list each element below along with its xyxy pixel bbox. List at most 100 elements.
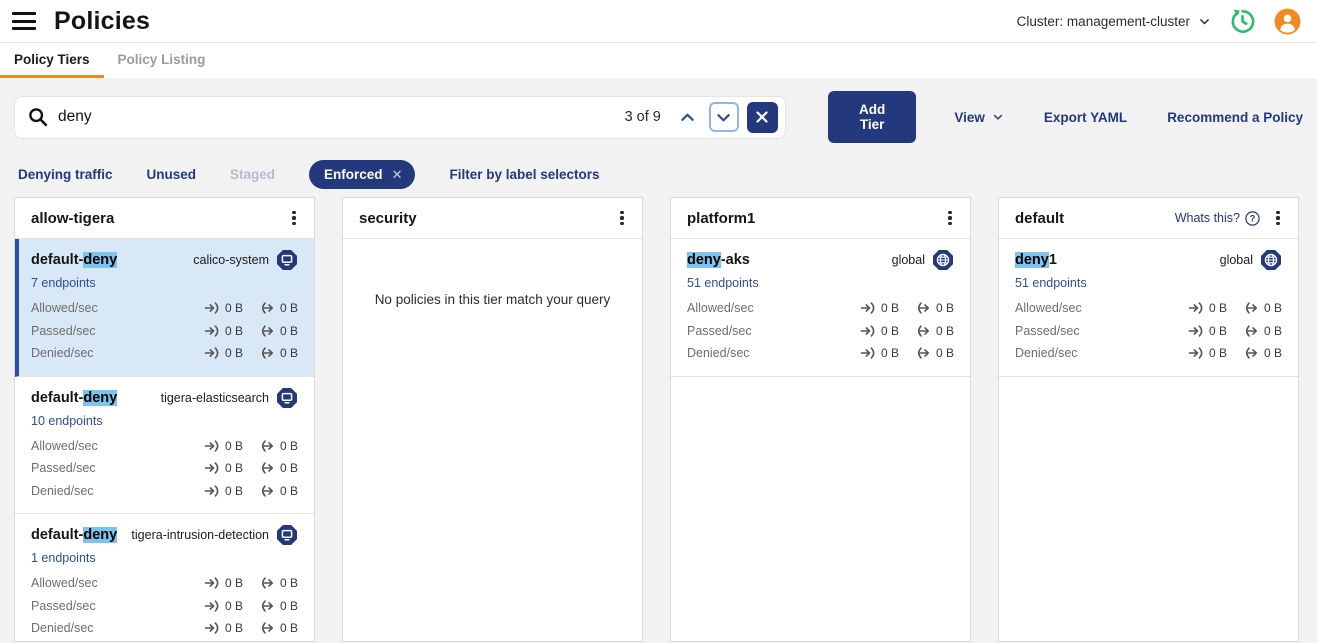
search-match-count: 3 of 9 <box>625 109 661 125</box>
cluster-selector[interactable]: Cluster: management-cluster <box>1017 14 1211 29</box>
egress-bytes: 0 B <box>280 324 298 338</box>
ingress-value: 0 B <box>204 620 243 636</box>
ingress-value: 0 B <box>204 323 243 339</box>
policy-card[interactable]: default-denytigera-intrusion-detection1 … <box>15 514 314 641</box>
tier-header-actions <box>612 207 632 229</box>
search-next-button[interactable] <box>709 102 739 132</box>
kebab-menu-icon[interactable] <box>284 207 304 229</box>
policy-scope-label: tigera-intrusion-detection <box>131 528 269 542</box>
policy-name: deny1 <box>1015 252 1057 268</box>
tier-board: allow-tigera default-denycalico-system7 e… <box>0 189 1317 642</box>
ingress-icon <box>204 300 220 316</box>
metric-row: Allowed/sec0 B0 B <box>1015 297 1282 320</box>
ingress-bytes: 0 B <box>1209 301 1227 315</box>
endpoints-link[interactable]: 1 endpoints <box>31 551 298 565</box>
kebab-menu-icon[interactable] <box>1268 207 1288 229</box>
cluster-selector-label: Cluster: management-cluster <box>1017 14 1190 29</box>
ingress-icon <box>204 483 220 499</box>
metric-row: Passed/sec0 B0 B <box>31 457 298 480</box>
whats-this-link[interactable]: Whats this?? <box>1175 211 1260 226</box>
egress-icon <box>259 460 275 476</box>
close-icon[interactable]: ✕ <box>392 168 403 181</box>
tier-column-allow-tigera: allow-tigera default-denycalico-system7 e… <box>14 197 315 642</box>
egress-icon <box>259 598 275 614</box>
search-icon <box>27 106 49 128</box>
add-tier-button[interactable]: Add Tier <box>828 91 917 143</box>
policy-name: default-deny <box>31 252 117 268</box>
recommend-policy-button[interactable]: Recommend a Policy <box>1167 110 1303 125</box>
egress-icon <box>915 300 931 316</box>
ingress-value: 0 B <box>860 345 899 361</box>
filter-chip-enforced[interactable]: Enforced✕ <box>309 160 415 189</box>
ingress-bytes: 0 B <box>225 484 243 498</box>
egress-icon <box>1243 345 1259 361</box>
policy-scope: tigera-intrusion-detection <box>131 524 298 546</box>
ingress-icon <box>204 345 220 361</box>
tier-policy-list: default-denycalico-system7 endpointsAllo… <box>15 239 314 641</box>
policy-name-highlight: deny <box>83 252 117 268</box>
egress-bytes: 0 B <box>280 621 298 635</box>
search-clear-button[interactable] <box>747 102 778 133</box>
endpoints-link[interactable]: 51 endpoints <box>687 276 954 290</box>
ingress-icon <box>1188 345 1204 361</box>
chevron-down-icon <box>1198 15 1211 28</box>
policy-card[interactable]: default-deny tigera-elasticsearch 10 endpo… <box>15 377 314 515</box>
policy-scope: tigera-elasticsearch <box>161 387 298 409</box>
tier-column-platform1: platform1deny-aksglobal51 endpointsAllow… <box>670 197 971 642</box>
endpoints-link[interactable]: 7 endpoints <box>31 276 298 290</box>
egress-value: 0 B <box>259 300 298 316</box>
filter-chip-unused[interactable]: Unused <box>147 167 197 182</box>
tab-policy-tiers[interactable]: Policy Tiers <box>0 43 104 78</box>
endpoints-link[interactable]: 51 endpoints <box>1015 276 1282 290</box>
tab-policy-listing[interactable]: Policy Listing <box>104 43 220 78</box>
ingress-value: 0 B <box>860 300 899 316</box>
metric-label: Passed/sec <box>31 599 96 613</box>
policy-name: default-deny <box>31 390 117 406</box>
policy-card[interactable]: deny1 global 51 endpoints Allowed/sec0 B0 B… <box>999 239 1298 377</box>
kebab-menu-icon[interactable] <box>940 207 960 229</box>
tier-title: allow-tigera <box>31 210 114 227</box>
endpoints-link[interactable]: 10 endpoints <box>31 414 298 428</box>
egress-bytes: 0 B <box>280 576 298 590</box>
tier-policy-list: deny1 global 51 endpoints Allowed/sec0 B0 B… <box>999 239 1298 641</box>
avatar[interactable] <box>1274 8 1301 35</box>
metric-label: Allowed/sec <box>31 576 98 590</box>
policy-name-text: -aks <box>721 252 750 268</box>
search-input[interactable] <box>58 108 625 126</box>
ingress-icon <box>860 300 876 316</box>
kebab-menu-icon[interactable] <box>612 207 632 229</box>
egress-icon <box>259 323 275 339</box>
history-icon[interactable] <box>1229 8 1256 35</box>
whats-this-label: Whats this? <box>1175 211 1240 225</box>
metric-row: Passed/sec0 B0 B <box>31 595 298 618</box>
ingress-bytes: 0 B <box>225 346 243 360</box>
metric-row: Denied/sec0 B0 B <box>687 342 954 365</box>
tier-header-actions <box>940 207 960 229</box>
hamburger-menu-icon[interactable] <box>12 12 36 30</box>
metric-label: Denied/sec <box>1015 346 1078 360</box>
metric-values: 0 B 0 B <box>204 323 298 339</box>
ingress-value: 0 B <box>1188 345 1227 361</box>
tier-header: platform1 <box>671 198 970 239</box>
ingress-value: 0 B <box>204 438 243 454</box>
policy-scope: global <box>1220 249 1282 271</box>
egress-bytes: 0 B <box>1264 346 1282 360</box>
metric-values: 0 B 0 B <box>1188 345 1282 361</box>
filter-chip-denying-traffic[interactable]: Denying traffic <box>18 167 113 182</box>
tier-policy-list: deny-aksglobal51 endpointsAllowed/sec0 B… <box>671 239 970 641</box>
policy-card[interactable]: default-denycalico-system7 endpointsAllo… <box>15 239 314 377</box>
metric-label: Allowed/sec <box>31 439 98 453</box>
search-prev-button[interactable] <box>673 102 703 132</box>
view-dropdown[interactable]: View <box>954 110 1004 125</box>
tier-header: security <box>343 198 642 239</box>
export-yaml-button[interactable]: Export YAML <box>1044 110 1127 125</box>
ingress-icon <box>1188 323 1204 339</box>
ingress-value: 0 B <box>204 575 243 591</box>
metric-values: 0 B0 B <box>204 460 298 476</box>
metric-label: Denied/sec <box>687 346 750 360</box>
ingress-value: 0 B <box>1188 323 1227 339</box>
ingress-value: 0 B <box>204 460 243 476</box>
metric-values: 0 B0 B <box>204 483 298 499</box>
filter-chip-filter-by-label-selectors[interactable]: Filter by label selectors <box>449 167 599 182</box>
policy-card[interactable]: deny-aksglobal51 endpointsAllowed/sec0 B… <box>671 239 970 377</box>
